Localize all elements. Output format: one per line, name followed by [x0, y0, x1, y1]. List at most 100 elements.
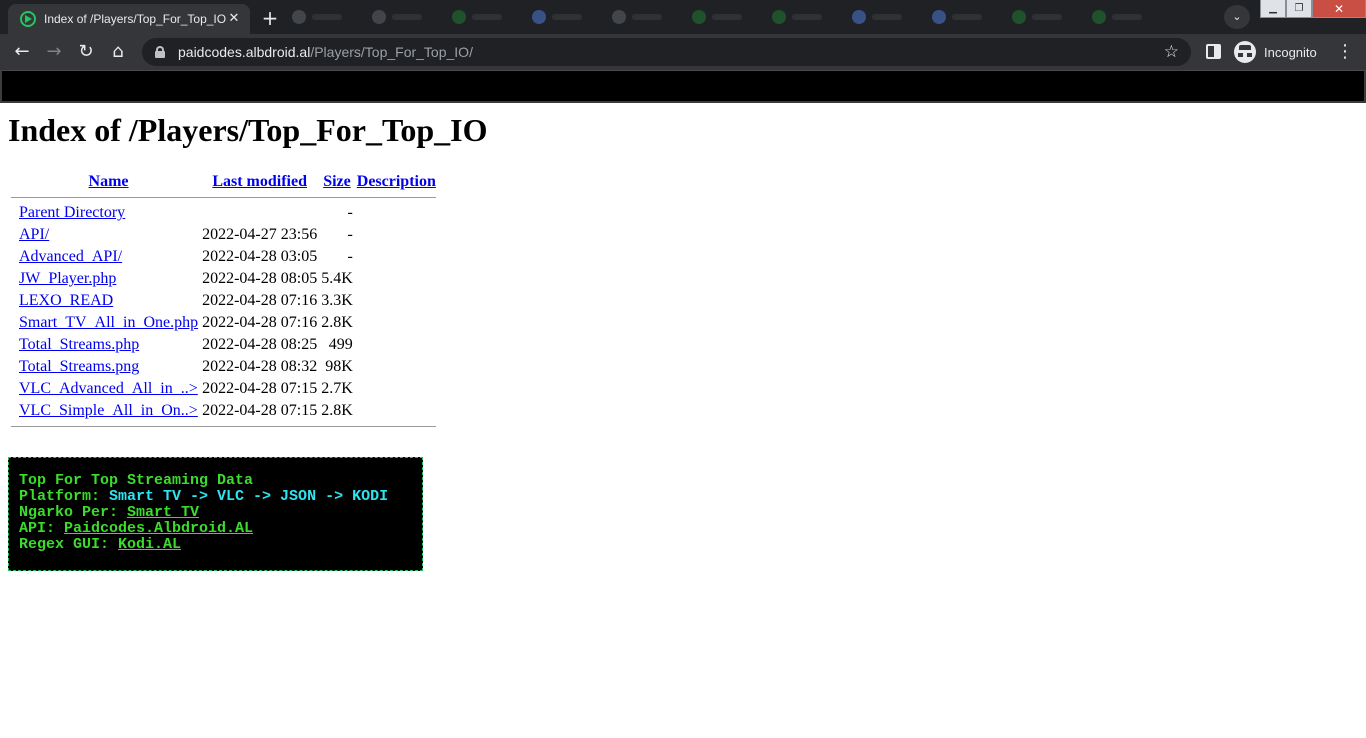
- new-tab-button[interactable]: +: [258, 7, 282, 29]
- file-link[interactable]: API/: [19, 226, 49, 243]
- file-link[interactable]: VLC_Advanced_All_in_..>: [19, 380, 198, 397]
- size-cell: 98K: [325, 358, 353, 375]
- tab-strip: Index of /Players/Top_For_Top_IO ✕ + ⌄ ▁…: [0, 0, 1366, 34]
- smart-tv-link[interactable]: Smart TV: [127, 504, 199, 521]
- background-tab[interactable]: [612, 6, 682, 28]
- url-path: /Players/Top_For_Top_IO/: [310, 44, 473, 60]
- file-link[interactable]: Advanced_API/: [19, 248, 122, 265]
- sort-last-modified-link[interactable]: Last modified: [212, 173, 307, 190]
- info-title: Top For Top Streaming Data: [19, 472, 254, 489]
- table-row: LEXO_READ 2022-04-28 07:16 3.3K: [10, 291, 437, 311]
- forward-button[interactable]: →: [42, 40, 66, 64]
- info-box: Top For Top Streaming Data Platform: Sma…: [8, 457, 423, 571]
- parent-directory-link[interactable]: Parent Directory: [19, 204, 125, 221]
- file-link[interactable]: VLC_Simple_All_in_On..>: [19, 402, 198, 419]
- file-link[interactable]: Total_Streams.png: [19, 358, 139, 375]
- column-size: Size: [320, 172, 354, 192]
- reload-button[interactable]: ↻: [74, 40, 98, 64]
- tab-favicon-icon: [452, 10, 466, 24]
- minimize-button[interactable]: ▁: [1260, 0, 1286, 18]
- url-host: paidcodes.albdroid.al: [178, 44, 311, 60]
- background-tab[interactable]: [1092, 6, 1162, 28]
- tab-favicon-icon: [692, 10, 706, 24]
- modified-cell: 2022-04-28 08:32: [202, 358, 318, 375]
- background-tab[interactable]: [1012, 6, 1082, 28]
- tab-search-button[interactable]: ⌄: [1224, 5, 1250, 29]
- tab-favicon-icon: [1092, 10, 1106, 24]
- ngarko-label: Ngarko Per:: [19, 504, 119, 521]
- api-link[interactable]: Paidcodes.Albdroid.AL: [64, 520, 253, 537]
- tab-favicon-icon: [532, 10, 546, 24]
- page-header-bar: [0, 70, 1366, 103]
- divider: [11, 197, 436, 198]
- bookmark-star-icon[interactable]: ☆: [1164, 42, 1179, 62]
- close-window-button[interactable]: ✕: [1312, 0, 1366, 18]
- url-text[interactable]: paidcodes.albdroid.al/Players/Top_For_To…: [178, 44, 1164, 60]
- modified-cell: 2022-04-28 08:05: [202, 270, 318, 287]
- size-cell: -: [347, 248, 353, 265]
- sort-size-link[interactable]: Size: [323, 173, 351, 190]
- tab-favicon-icon: [612, 10, 626, 24]
- file-link[interactable]: Total_Streams.php: [19, 336, 139, 353]
- back-button[interactable]: ←: [10, 40, 34, 64]
- window-controls: ▁ ❐ ✕: [1260, 0, 1366, 20]
- background-tab[interactable]: [932, 6, 1002, 28]
- table-header-row: Name Last modified Size Description: [10, 172, 437, 192]
- regex-label: Regex GUI:: [19, 536, 110, 553]
- size-cell: 3.3K: [321, 292, 353, 309]
- page-content: Index of /Players/Top_For_Top_IO Name La…: [8, 110, 1358, 432]
- active-tab[interactable]: Index of /Players/Top_For_Top_IO ✕: [8, 4, 250, 34]
- modified-cell: 2022-04-28 07:15: [202, 402, 318, 419]
- sort-description-link[interactable]: Description: [357, 173, 436, 190]
- page-title: Index of /Players/Top_For_Top_IO: [8, 112, 488, 148]
- background-tab[interactable]: [452, 6, 522, 28]
- modified-cell: 2022-04-28 07:15: [202, 380, 318, 397]
- table-row: VLC_Advanced_All_in_..> 2022-04-28 07:15…: [10, 379, 437, 399]
- platform-label: Platform:: [19, 488, 101, 505]
- home-button[interactable]: ⌂: [106, 40, 130, 64]
- tab-favicon-icon: [292, 10, 306, 24]
- table-row: Parent Directory -: [10, 203, 437, 223]
- table-row: Advanced_API/ 2022-04-28 03:05 -: [10, 247, 437, 267]
- sort-name-link[interactable]: Name: [89, 173, 129, 190]
- background-tab[interactable]: [852, 6, 922, 28]
- file-link[interactable]: JW_Player.php: [19, 270, 116, 287]
- menu-icon[interactable]: ⋮: [1336, 40, 1354, 64]
- tab-favicon-icon: [1012, 10, 1026, 24]
- background-tab[interactable]: [292, 6, 362, 28]
- modified-cell: 2022-04-27 23:56: [202, 226, 318, 243]
- background-tab[interactable]: [372, 6, 442, 28]
- modified-cell: 2022-04-28 07:16: [202, 314, 318, 331]
- divider: [11, 426, 436, 427]
- maximize-button[interactable]: ❐: [1286, 0, 1312, 18]
- info-regex-line: Regex GUI: Kodi.AL: [19, 537, 422, 553]
- size-cell: 5.4K: [321, 270, 353, 287]
- column-last-modified: Last modified: [201, 172, 318, 192]
- tab-favicon-icon: [932, 10, 946, 24]
- side-panel-icon[interactable]: [1206, 44, 1221, 59]
- browser-toolbar: ← → ↻ ⌂ paidcodes.albdroid.al/Players/To…: [0, 34, 1366, 70]
- address-bar[interactable]: paidcodes.albdroid.al/Players/Top_For_To…: [142, 38, 1191, 66]
- modified-cell: 2022-04-28 07:16: [202, 292, 318, 309]
- background-tab[interactable]: [772, 6, 842, 28]
- lock-icon[interactable]: [154, 46, 166, 58]
- platform-value: Smart TV -> VLC -> JSON -> KODI: [109, 488, 389, 505]
- column-name: Name: [18, 172, 199, 192]
- close-tab-icon[interactable]: ✕: [226, 11, 242, 27]
- size-cell: -: [347, 204, 353, 221]
- size-cell: 2.8K: [321, 314, 353, 331]
- tab-favicon-icon: [852, 10, 866, 24]
- column-description: Description: [356, 172, 437, 192]
- incognito-indicator[interactable]: Incognito: [1234, 40, 1317, 64]
- background-tab[interactable]: [692, 6, 762, 28]
- tab-favicon-icon: [772, 10, 786, 24]
- info-ngarko-line: Ngarko Per: Smart TV: [19, 505, 422, 521]
- file-link[interactable]: Smart_TV_All_in_One.php: [19, 314, 198, 331]
- api-label: API:: [19, 520, 56, 537]
- play-icon: [20, 11, 36, 27]
- tab-title: Index of /Players/Top_For_Top_IO: [44, 12, 226, 26]
- modified-cell: 2022-04-28 03:05: [202, 248, 318, 265]
- background-tab[interactable]: [532, 6, 602, 28]
- kodi-link[interactable]: Kodi.AL: [118, 536, 181, 553]
- file-link[interactable]: LEXO_READ: [19, 292, 113, 309]
